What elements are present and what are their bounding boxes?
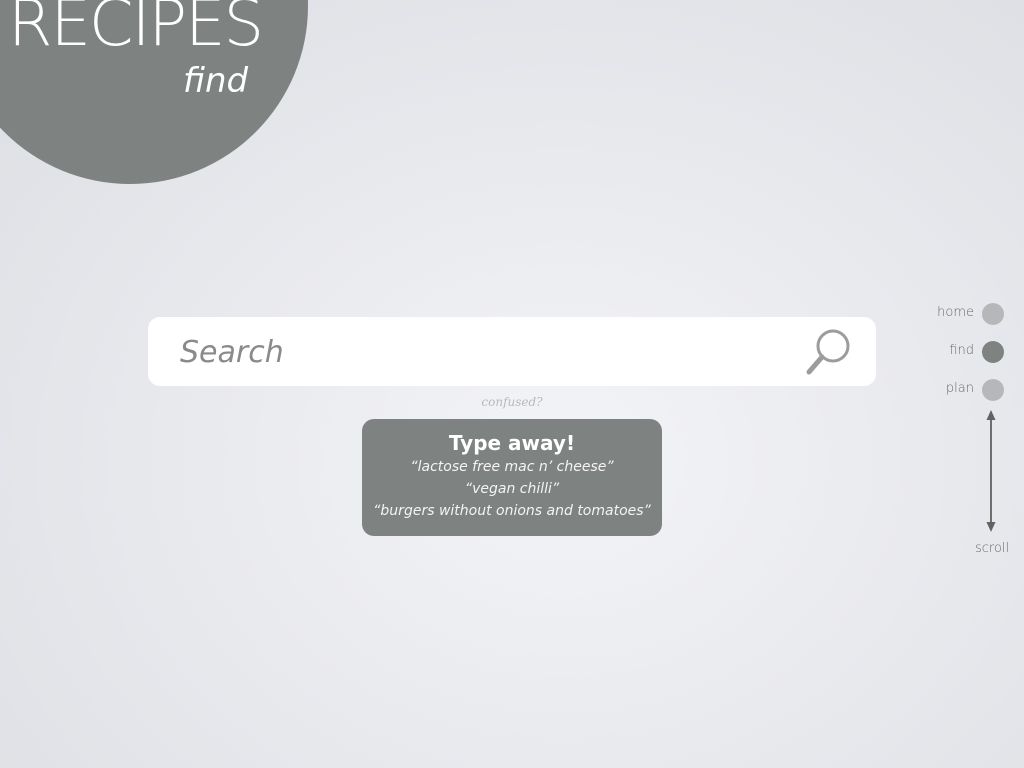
side-nav: home find plan scroll — [920, 300, 1024, 570]
nav-item-label: find — [949, 343, 974, 358]
nav-dot-icon[interactable] — [982, 341, 1004, 363]
confused-help-link[interactable]: confused? — [462, 395, 562, 409]
nav-item-find[interactable]: find — [920, 339, 1004, 365]
app-title: RECIPES — [8, 0, 264, 61]
nav-item-label: home — [937, 305, 974, 320]
hint-example: “vegan chilli” — [464, 481, 560, 497]
nav-item-label: plan — [945, 381, 974, 396]
nav-item-plan[interactable]: plan — [920, 377, 1004, 403]
hint-box: Type away! “lactose free mac n’ cheese” … — [362, 419, 662, 536]
nav-dot-icon[interactable] — [982, 303, 1004, 325]
search-bar — [148, 317, 876, 386]
hint-example: “lactose free mac n’ cheese” — [410, 459, 614, 475]
scroll-arrow-icon[interactable] — [984, 410, 998, 532]
nav-dot-icon[interactable] — [982, 379, 1004, 401]
hint-example: “burgers without onions and tomatoes” — [373, 503, 651, 519]
nav-item-home[interactable]: home — [920, 301, 1004, 327]
search-input[interactable] — [180, 327, 780, 377]
scroll-label: scroll — [975, 541, 1010, 556]
section-title: find — [183, 61, 249, 101]
magnifier-icon[interactable] — [802, 325, 856, 379]
hint-title: Type away! — [448, 431, 576, 455]
